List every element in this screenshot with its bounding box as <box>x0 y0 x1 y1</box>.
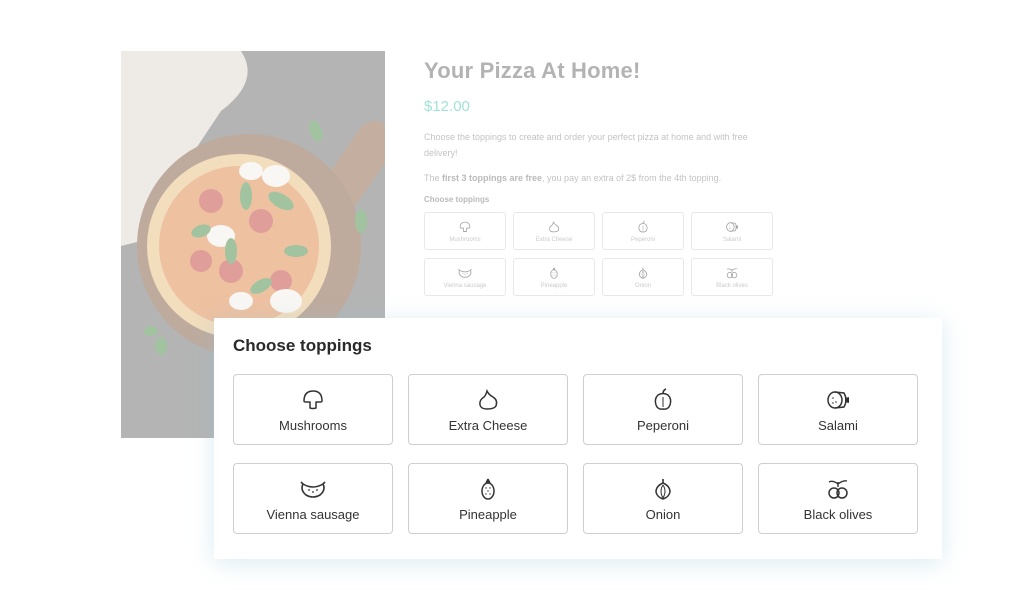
pepper-icon <box>636 220 650 234</box>
topping-extra-cheese[interactable]: Extra Cheese <box>408 374 568 445</box>
sausage-icon <box>300 476 326 502</box>
topping-label: Mushrooms <box>449 236 481 243</box>
topping-label: Black olives <box>716 282 748 289</box>
onion-icon <box>650 476 676 502</box>
pineapple-icon <box>475 476 501 502</box>
olives-icon <box>725 266 739 280</box>
topping-vienna-sausage[interactable]: Vienna sausage <box>233 463 393 534</box>
olives-icon <box>825 476 851 502</box>
topping-label: Vienna sausage <box>443 282 487 289</box>
small-topping-onion: Onion <box>602 258 684 296</box>
topping-label: Onion <box>634 282 651 289</box>
panel-title: Choose toppings <box>233 336 372 355</box>
small-topping-salami: Salami <box>691 212 773 250</box>
product-details: Your Pizza At Home! $12.00 Choose the to… <box>424 58 784 296</box>
product-title: Your Pizza At Home! <box>424 58 641 83</box>
onion-icon <box>636 266 650 280</box>
pineapple-icon <box>547 266 561 280</box>
topping-mushrooms[interactable]: Mushrooms <box>233 374 393 445</box>
small-toppings-grid: Mushrooms Extra Cheese Peperoni Salami Vienn… <box>424 212 784 296</box>
cheese-icon <box>547 220 561 234</box>
topping-label: Mushrooms <box>279 417 347 433</box>
salami-icon <box>825 387 851 413</box>
cheese-icon <box>475 387 501 413</box>
rule-suffix: , you pay an extra of 2$ from the 4th to… <box>542 173 722 183</box>
topping-black-olives[interactable]: Black olives <box>758 463 918 534</box>
topping-salami[interactable]: Salami <box>758 374 918 445</box>
topping-label: Peperoni <box>636 417 690 433</box>
pricing-rule: The first 3 toppings are free, you pay a… <box>424 173 784 183</box>
topping-pineapple[interactable]: Pineapple <box>408 463 568 534</box>
product-description: Choose the toppings to create and order … <box>424 132 748 158</box>
topping-label: Peperoni <box>630 236 656 243</box>
topping-label: Extra Cheese <box>448 417 528 433</box>
topping-label: Salami <box>818 417 858 433</box>
topping-label: Onion <box>645 506 681 522</box>
rule-prefix: The <box>424 173 443 183</box>
topping-label: Salami <box>722 236 742 243</box>
small-topping-peperoni: Peperoni <box>602 212 684 250</box>
salami-icon <box>725 220 739 234</box>
topping-label: Extra Cheese <box>535 236 573 243</box>
product-price: $12.00 <box>424 98 470 115</box>
topping-label: Black olives <box>803 506 873 522</box>
small-topping-extra-cheese: Extra Cheese <box>513 212 595 250</box>
small-toppings-heading: Choose toppings <box>424 195 490 204</box>
topping-label: Vienna sausage <box>266 506 360 522</box>
toppings-grid: Mushrooms Extra Cheese Peperoni Salami Vienn… <box>233 374 918 534</box>
pepper-icon <box>650 387 676 413</box>
small-topping-vienna-sausage: Vienna sausage <box>424 258 506 296</box>
topping-label: Pineapple <box>459 506 517 522</box>
small-topping-black-olives: Black olives <box>691 258 773 296</box>
mushroom-icon <box>458 220 472 234</box>
sausage-icon <box>458 266 472 280</box>
rule-bold: first 3 toppings are free <box>442 173 543 183</box>
toppings-panel: Choose toppings Mushrooms Extra Cheese Pep… <box>214 318 942 559</box>
topping-onion[interactable]: Onion <box>583 463 743 534</box>
topping-label: Pineapple <box>540 282 568 289</box>
small-topping-mushrooms: Mushrooms <box>424 212 506 250</box>
mushroom-icon <box>300 387 326 413</box>
small-topping-pineapple: Pineapple <box>513 258 595 296</box>
topping-peperoni[interactable]: Peperoni <box>583 374 743 445</box>
